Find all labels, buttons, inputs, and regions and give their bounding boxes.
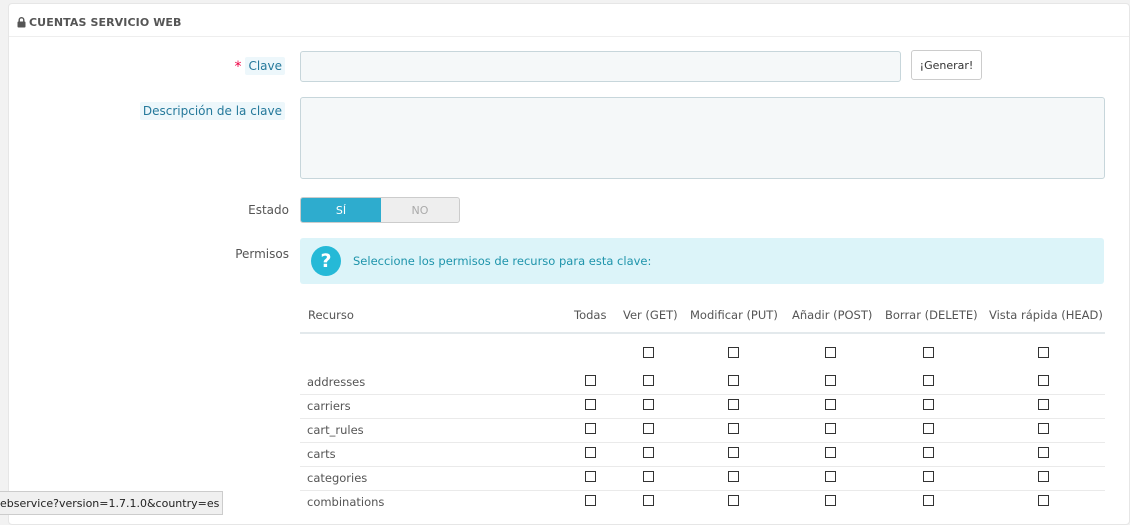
generate-key-button[interactable]: ¡Generar! bbox=[911, 50, 982, 80]
lock-icon bbox=[17, 16, 26, 27]
status-on-option[interactable]: SÍ bbox=[301, 198, 381, 222]
row-divider bbox=[300, 418, 1105, 419]
panel-title: CUENTAS SERVICIO WEB bbox=[29, 15, 182, 29]
col-header-resource: Recurso bbox=[308, 308, 354, 322]
post-checkbox[interactable] bbox=[825, 399, 836, 410]
select-all-get-checkbox[interactable] bbox=[643, 347, 654, 358]
question-icon: ? bbox=[311, 246, 341, 276]
get-checkbox[interactable] bbox=[643, 399, 654, 410]
select-all-head-checkbox[interactable] bbox=[1038, 347, 1049, 358]
head-checkbox[interactable] bbox=[1038, 375, 1049, 386]
col-header-put: Modificar (PUT) bbox=[690, 308, 778, 322]
resource-name: categories bbox=[307, 471, 368, 485]
put-checkbox[interactable] bbox=[728, 399, 739, 410]
all-checkbox[interactable] bbox=[585, 423, 596, 434]
row-divider bbox=[300, 442, 1105, 443]
delete-checkbox[interactable] bbox=[923, 447, 934, 458]
description-textarea[interactable] bbox=[300, 97, 1105, 179]
resource-name: addresses bbox=[307, 375, 366, 389]
get-checkbox[interactable] bbox=[643, 447, 654, 458]
get-checkbox[interactable] bbox=[643, 471, 654, 482]
resource-name: carts bbox=[307, 447, 336, 461]
header-divider bbox=[9, 36, 1129, 37]
delete-checkbox[interactable] bbox=[923, 423, 934, 434]
col-header-all: Todas bbox=[574, 308, 607, 322]
get-checkbox[interactable] bbox=[643, 495, 654, 506]
post-checkbox[interactable] bbox=[825, 375, 836, 386]
description-label: Descripción de la clave bbox=[139, 102, 285, 120]
all-checkbox[interactable] bbox=[585, 375, 596, 386]
all-checkbox[interactable] bbox=[585, 471, 596, 482]
permissions-info-alert: ? Seleccione los permisos de recurso par… bbox=[300, 238, 1104, 284]
delete-checkbox[interactable] bbox=[923, 471, 934, 482]
select-all-put-checkbox[interactable] bbox=[728, 347, 739, 358]
get-checkbox[interactable] bbox=[643, 423, 654, 434]
delete-checkbox[interactable] bbox=[923, 399, 934, 410]
table-header-divider bbox=[300, 332, 1105, 334]
head-checkbox[interactable] bbox=[1038, 471, 1049, 482]
get-checkbox[interactable] bbox=[643, 375, 654, 386]
col-header-get: Ver (GET) bbox=[623, 308, 678, 322]
description-label-row: Descripción de la clave bbox=[139, 102, 285, 120]
key-label: Clave bbox=[245, 57, 285, 75]
col-header-head: Vista rápida (HEAD) bbox=[989, 308, 1103, 322]
all-checkbox[interactable] bbox=[585, 399, 596, 410]
key-input[interactable] bbox=[300, 51, 901, 82]
panel-header: CUENTAS SERVICIO WEB bbox=[17, 12, 182, 32]
post-checkbox[interactable] bbox=[825, 447, 836, 458]
key-label-row: * Clave bbox=[234, 57, 285, 75]
put-checkbox[interactable] bbox=[728, 447, 739, 458]
put-checkbox[interactable] bbox=[728, 471, 739, 482]
post-checkbox[interactable] bbox=[825, 495, 836, 506]
resource-name: carriers bbox=[307, 399, 351, 413]
select-all-post-checkbox[interactable] bbox=[825, 347, 836, 358]
head-checkbox[interactable] bbox=[1038, 495, 1049, 506]
row-divider bbox=[300, 490, 1105, 491]
status-off-option[interactable]: NO bbox=[381, 198, 459, 222]
permissions-info-text: Seleccione los permisos de recurso para … bbox=[353, 254, 652, 268]
head-checkbox[interactable] bbox=[1038, 447, 1049, 458]
head-checkbox[interactable] bbox=[1038, 423, 1049, 434]
delete-checkbox[interactable] bbox=[923, 375, 934, 386]
all-checkbox[interactable] bbox=[585, 447, 596, 458]
status-label: Estado bbox=[248, 203, 289, 217]
required-marker: * bbox=[234, 59, 242, 75]
row-divider bbox=[300, 466, 1105, 467]
status-switch[interactable]: SÍ NO bbox=[300, 197, 460, 223]
col-header-delete: Borrar (DELETE) bbox=[885, 308, 978, 322]
post-checkbox[interactable] bbox=[825, 471, 836, 482]
row-divider bbox=[300, 394, 1105, 395]
put-checkbox[interactable] bbox=[728, 375, 739, 386]
put-checkbox[interactable] bbox=[728, 495, 739, 506]
col-header-post: Añadir (POST) bbox=[792, 308, 873, 322]
delete-checkbox[interactable] bbox=[923, 495, 934, 506]
head-checkbox[interactable] bbox=[1038, 399, 1049, 410]
resource-name: cart_rules bbox=[307, 423, 364, 437]
resource-name: combinations bbox=[307, 495, 385, 509]
post-checkbox[interactable] bbox=[825, 423, 836, 434]
permissions-label: Permisos bbox=[235, 247, 289, 261]
browser-status-url: ebservice?version=1.7.1.0&country=es bbox=[0, 491, 224, 515]
select-all-delete-checkbox[interactable] bbox=[923, 347, 934, 358]
all-checkbox[interactable] bbox=[585, 495, 596, 506]
put-checkbox[interactable] bbox=[728, 423, 739, 434]
